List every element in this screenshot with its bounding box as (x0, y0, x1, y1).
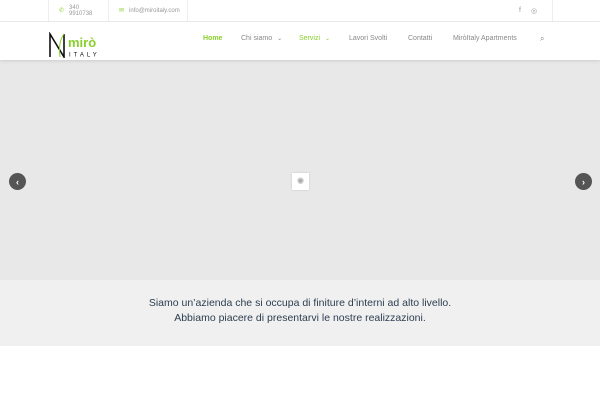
divider (552, 0, 553, 21)
intro-line-1: Siamo un’azienda che si occupa di finitu… (148, 297, 452, 309)
nav-servizi[interactable]: Servizi ⌄ (299, 22, 330, 55)
nav-contatti[interactable]: Contatti (408, 22, 432, 55)
chevron-down-icon: ⌄ (277, 36, 283, 42)
main-nav: Home (203, 22, 222, 55)
top-bar: ✆ 340 9910738 ✉ info@miroitaly.com f ◎ (0, 0, 600, 22)
nav-miroitaly-apartments[interactable]: MiròItaly Apartments (453, 22, 517, 55)
hero-slider: ‹ ✺ › (0, 60, 600, 280)
phone-link[interactable]: ✆ 340 9910738 (48, 0, 110, 21)
facebook-icon[interactable]: f (519, 7, 521, 14)
loading-spinner-icon: ✺ (292, 173, 309, 190)
phone-icon: ✆ (59, 8, 65, 14)
svg-text:ITALY: ITALY (69, 53, 100, 59)
envelope-icon: ✉ (119, 8, 125, 14)
slider-prev-button[interactable]: ‹ (9, 173, 26, 190)
email-link[interactable]: ✉ info@miroitaly.com (108, 0, 188, 21)
search-icon[interactable]: ⌕ (540, 22, 544, 55)
chevron-down-icon: ⌄ (325, 36, 331, 42)
intro-section: Siamo un’azienda che si occupa di finitu… (0, 280, 600, 346)
nav-lavori-svolti[interactable]: Lavori Svolti (349, 22, 387, 55)
nav-home[interactable]: Home (203, 35, 222, 42)
slider-next-button[interactable]: › (575, 173, 592, 190)
svg-text:mirò: mirò (68, 35, 96, 50)
header: mirò ITALY Home Chi siamo ⌄ Servizi ⌄ Lavo… (0, 22, 600, 60)
intro-line-2: Abbiamo piacere di presentarvi le nostre… (174, 312, 426, 324)
social-links: f ◎ (519, 0, 537, 21)
nav-chi-siamo[interactable]: Chi siamo ⌄ (241, 22, 282, 55)
instagram-icon[interactable]: ◎ (531, 7, 537, 15)
miro-italy-logo[interactable]: mirò ITALY (48, 32, 110, 58)
